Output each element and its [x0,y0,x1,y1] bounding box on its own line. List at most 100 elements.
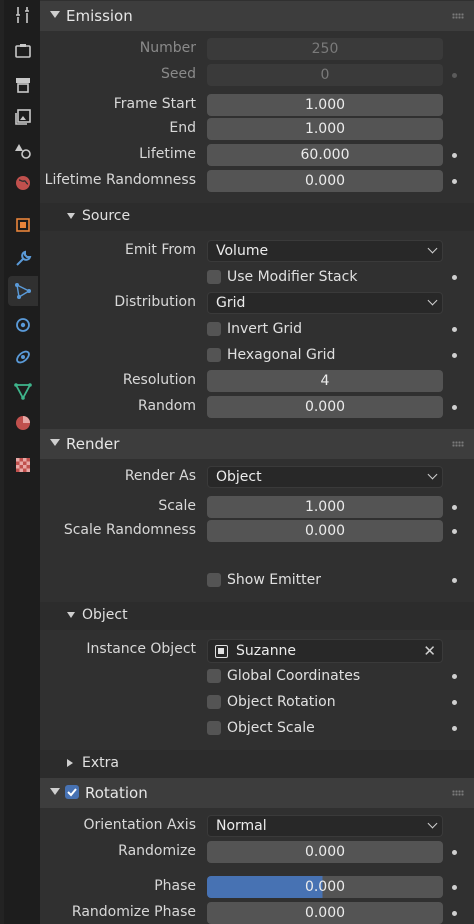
tab-physics[interactable] [8,310,38,340]
seed-keyframe-dot[interactable] [452,73,457,78]
tab-object[interactable] [8,210,38,240]
checkbox-box[interactable] [207,348,221,362]
object-rotation-checkbox[interactable]: Object Rotation [207,691,336,713]
global-coordinates-keyframe-dot[interactable] [452,674,457,679]
randomize-phase-label: Randomize Phase [71,904,196,920]
invert-grid-checkbox[interactable]: Invert Grid [207,318,302,340]
drag-grip-icon[interactable] [452,13,464,19]
randomize-keyframe-dot[interactable] [452,850,457,855]
emit-from-dropdown[interactable]: Volume [207,240,443,262]
tab-data[interactable] [8,376,38,406]
randomize-field[interactable]: 0.000 [207,841,443,863]
extra-subpanel-header[interactable]: Extra [40,750,474,778]
source-title: Source [82,208,131,224]
material-icon [16,416,30,430]
tab-output[interactable] [8,70,38,100]
world-icon [16,176,30,190]
object-rotation-keyframe-dot[interactable] [452,700,457,705]
phase-slider[interactable]: 0.000 [207,876,443,898]
render-as-label: Render As [124,468,196,484]
global-coordinates-checkbox[interactable]: Global Coordinates [207,665,360,687]
emission-panel-header[interactable]: Emission [40,1,474,31]
scale-keyframe-dot[interactable] [452,505,457,510]
checkbox-box[interactable] [207,322,221,336]
resolution-field[interactable]: 4 [207,370,443,392]
scale-randomness-keyframe-dot[interactable] [452,529,457,534]
render-title: Render [66,435,120,453]
hexagonal-grid-keyframe-dot[interactable] [452,353,457,358]
tab-tool[interactable] [8,0,38,30]
object-scale-checkbox[interactable]: Object Scale [207,717,315,739]
scale-randomness-field[interactable]: 0.000 [207,520,443,542]
invert-grid-keyframe-dot[interactable] [452,327,457,332]
phase-keyframe-dot[interactable] [452,885,457,890]
checkbox-box[interactable] [207,669,221,683]
rotation-enable-checkbox[interactable] [65,785,79,799]
instance-object-label: Instance Object [86,641,196,657]
orientation-axis-dropdown[interactable]: Normal [207,815,443,837]
chevron-down-icon [427,469,438,480]
object-data-icon [215,645,228,658]
render-as-dropdown[interactable]: Object [207,466,443,488]
chevron-down-icon [427,818,438,829]
resolution-label: Resolution [122,372,196,388]
show-emitter-keyframe-dot[interactable] [452,578,457,583]
show-emitter-checkbox[interactable]: Show Emitter [207,569,321,591]
show-emitter-label: Show Emitter [227,572,321,588]
tab-scene[interactable] [8,136,38,166]
checkbox-box[interactable] [207,695,221,709]
checkbox-box[interactable] [207,573,221,587]
object-title: Object [82,607,128,623]
checkbox-box[interactable] [207,270,221,284]
instance-object-field[interactable]: Suzanne ✕ [207,639,443,663]
rotation-panel-header[interactable]: Rotation [40,778,474,808]
seed-field[interactable]: 0 [207,64,443,86]
tab-material[interactable] [8,408,38,438]
close-icon[interactable]: ✕ [423,640,436,662]
distribution-dropdown[interactable]: Grid [207,292,443,314]
chevron-down-icon [67,213,75,219]
use-modifier-stack-checkbox[interactable]: Use Modifier Stack [207,266,357,288]
tab-particles[interactable] [8,276,38,306]
source-subpanel-header[interactable]: Source [40,203,474,231]
particles-properties-panel: Emission Number 250 Seed 0 Frame Start 1… [40,0,474,924]
tab-world[interactable] [8,168,38,198]
scale-randomness-label: Scale Randomness [63,522,196,538]
checkmark-icon [67,788,77,797]
randomize-phase-keyframe-dot[interactable] [452,911,457,916]
tab-render[interactable] [8,36,38,66]
random-field[interactable]: 0.000 [207,396,443,418]
lifetime-keyframe-dot[interactable] [452,153,457,158]
orientation-axis-value: Normal [216,818,267,834]
tool-icon [16,7,29,23]
chevron-down-icon [427,295,438,306]
scale-label: Scale [158,498,196,514]
lifetime-randomness-keyframe-dot[interactable] [452,179,457,184]
random-keyframe-dot[interactable] [452,405,457,410]
global-coordinates-label: Global Coordinates [227,668,361,684]
tab-constraints[interactable] [8,342,38,372]
number-field[interactable]: 250 [207,38,443,60]
randomize-phase-field[interactable]: 0.000 [207,902,443,924]
editor-edge [0,0,4,924]
frame-start-field[interactable]: 1.000 [207,94,443,116]
hexagonal-grid-checkbox[interactable]: Hexagonal Grid [207,344,335,366]
checkbox-box[interactable] [207,721,221,735]
drag-grip-icon[interactable] [452,441,464,447]
end-field[interactable]: 1.000 [207,118,443,140]
scale-field[interactable]: 1.000 [207,496,443,518]
phase-label: Phase [154,878,196,894]
emit-from-label: Emit From [125,242,196,258]
tab-modifiers[interactable] [8,244,38,274]
object-scale-keyframe-dot[interactable] [452,726,457,731]
hexagonal-grid-label: Hexagonal Grid [227,347,336,363]
lifetime-field[interactable]: 60.000 [207,144,443,166]
tab-view-layer[interactable] [8,102,38,132]
drag-grip-icon[interactable] [452,790,464,796]
object-subpanel-header[interactable]: Object [40,602,474,630]
view-layer-icon [15,109,31,125]
render-panel-header[interactable]: Render [40,429,474,459]
lifetime-randomness-field[interactable]: 0.000 [207,170,443,192]
modifier-stack-keyframe-dot[interactable] [452,275,457,280]
tab-texture[interactable] [8,450,38,480]
